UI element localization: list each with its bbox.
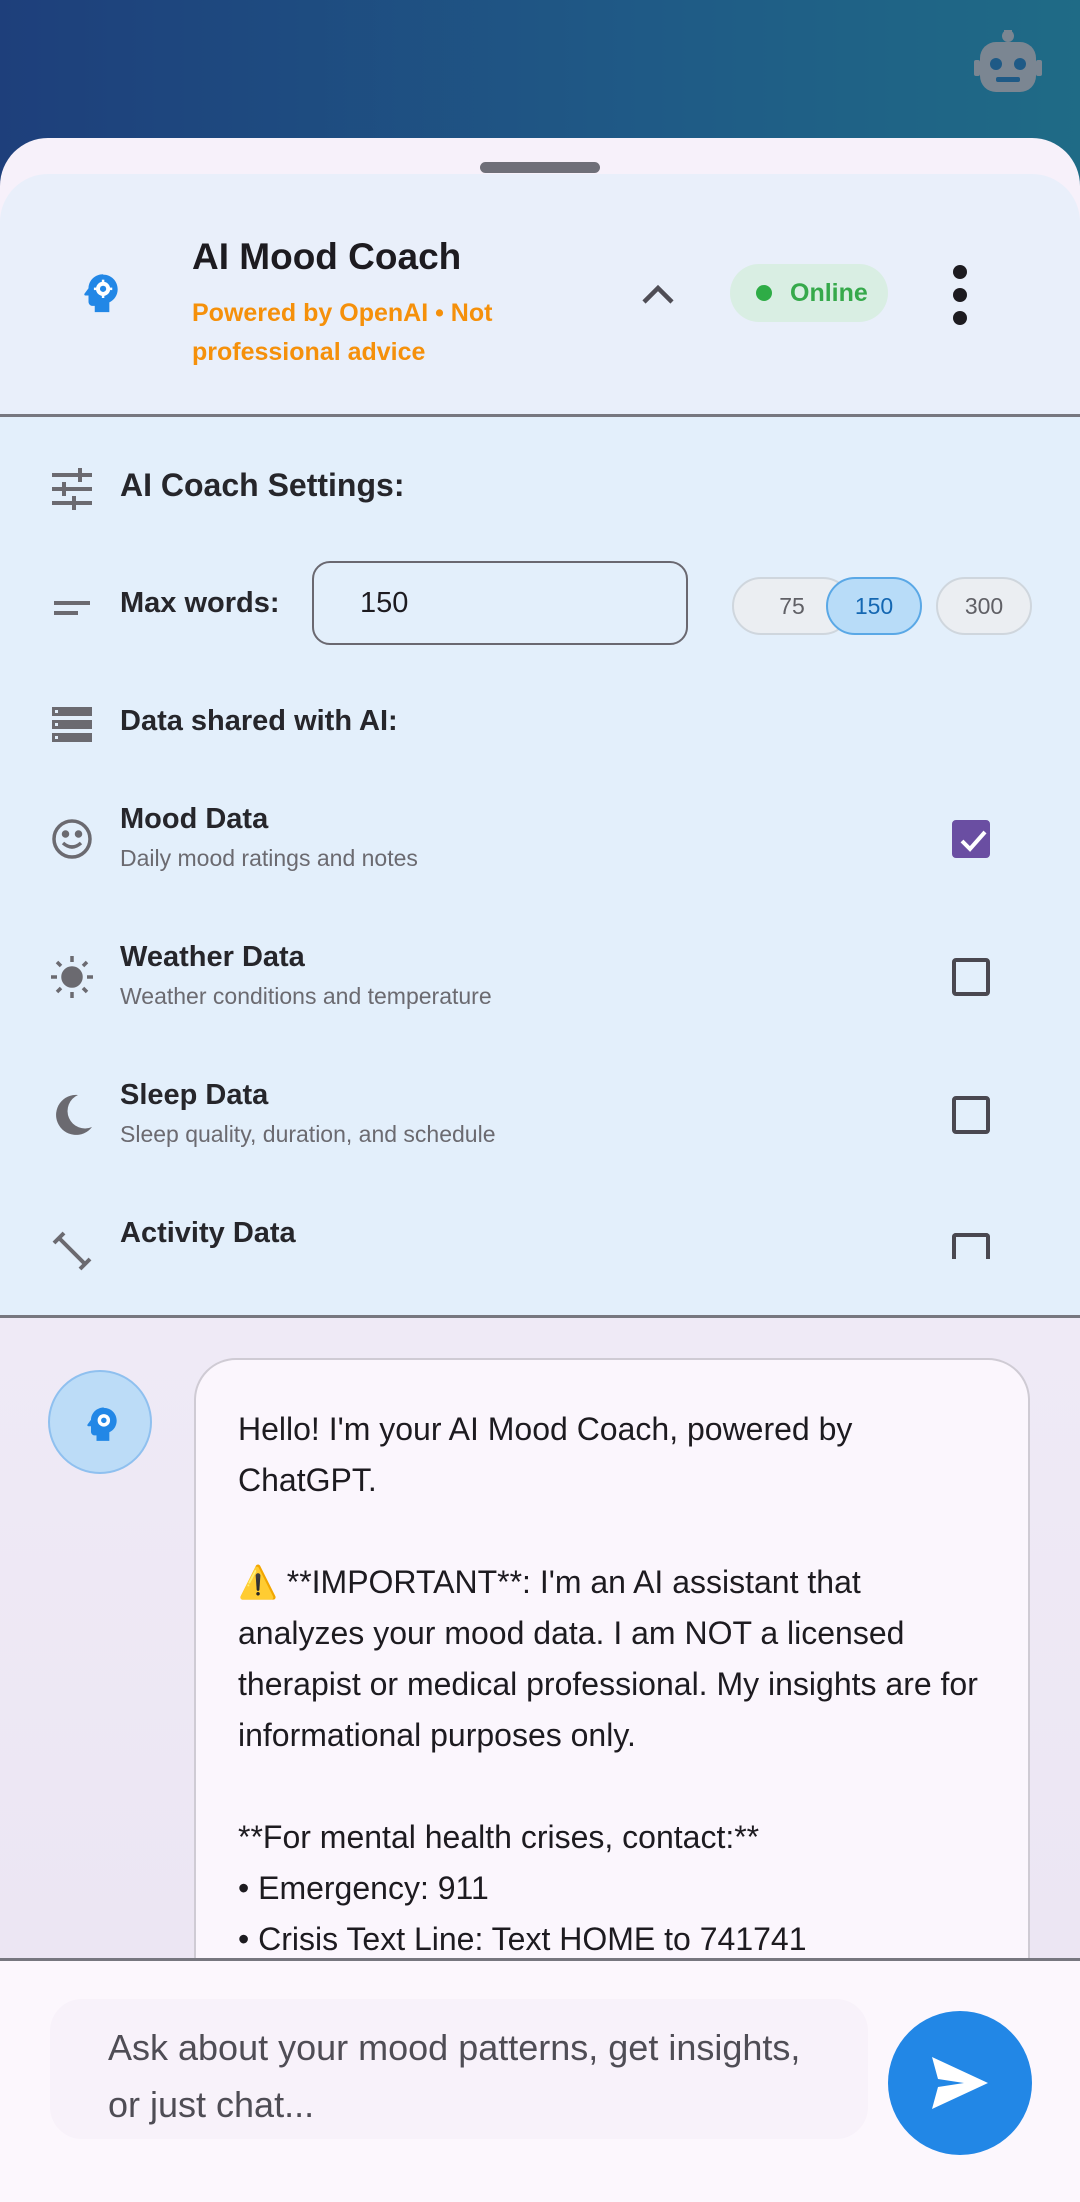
psychology-icon: [87, 1407, 117, 1441]
sun-icon: [50, 955, 94, 999]
more-vert-icon[interactable]: [948, 264, 972, 326]
composer-bar: [0, 1958, 1080, 2202]
ai-message-bubble: Hello! I'm your AI Mood Coach, powered b…: [194, 1358, 1030, 1958]
chat-sheet: AI Mood Coach Powered by OpenAI • Not pr…: [0, 138, 1080, 2202]
storage-icon: [50, 703, 94, 747]
activity-data-title: Activity Data: [120, 1217, 296, 1249]
coach-settings-panel: AI Coach Settings: Max words: 75 150 300…: [0, 417, 1080, 1318]
short-text-icon: [50, 587, 94, 631]
ai-message-text: Hello! I'm your AI Mood Coach, powered b…: [238, 1411, 978, 1957]
sleep-data-desc: Sleep quality, duration, and schedule: [120, 1121, 496, 1147]
send-button[interactable]: [888, 2011, 1032, 2155]
sleep-data-title: Sleep Data: [120, 1079, 269, 1111]
preset-chip-300[interactable]: 300: [936, 577, 1032, 635]
chat-messages[interactable]: Hello! I'm your AI Mood Coach, powered b…: [0, 1318, 1080, 1958]
settings-title: AI Coach Settings:: [120, 467, 405, 503]
fitness-icon: [50, 1229, 94, 1273]
powered-by-subtitle: Powered by OpenAI • Not professional adv…: [192, 299, 493, 366]
psychology-icon: [76, 268, 126, 318]
weather-data-desc: Weather conditions and temperature: [120, 983, 492, 1009]
data-shared-label: Data shared with AI:: [120, 705, 398, 737]
status-badge: Online: [730, 264, 888, 322]
chevron-up-icon[interactable]: [638, 274, 678, 314]
sleep-data-checkbox[interactable]: [952, 1096, 990, 1134]
moon-icon: [50, 1093, 94, 1137]
mood-icon: [50, 817, 94, 861]
robot-icon[interactable]: [974, 30, 1042, 96]
tune-icon: [50, 467, 94, 511]
mood-data-title: Mood Data: [120, 803, 269, 835]
weather-data-checkbox[interactable]: [952, 958, 990, 996]
coach-header: AI Mood Coach Powered by OpenAI • Not pr…: [0, 174, 1080, 417]
preset-chip-150[interactable]: 150: [826, 577, 922, 635]
online-dot: [756, 285, 772, 301]
page-title: AI Mood Coach: [192, 236, 462, 277]
mood-data-desc: Daily mood ratings and notes: [120, 845, 418, 871]
ai-avatar: [48, 1370, 152, 1474]
max-words-label: Max words:: [120, 587, 280, 619]
send-icon: [932, 2057, 988, 2109]
status-label: Online: [790, 278, 868, 307]
weather-data-title: Weather Data: [120, 941, 305, 973]
activity-data-checkbox[interactable]: [952, 1233, 990, 1259]
max-words-input[interactable]: [312, 561, 688, 645]
drag-handle[interactable]: [480, 162, 600, 173]
message-input[interactable]: [50, 1999, 868, 2139]
mood-data-checkbox[interactable]: [952, 820, 990, 858]
